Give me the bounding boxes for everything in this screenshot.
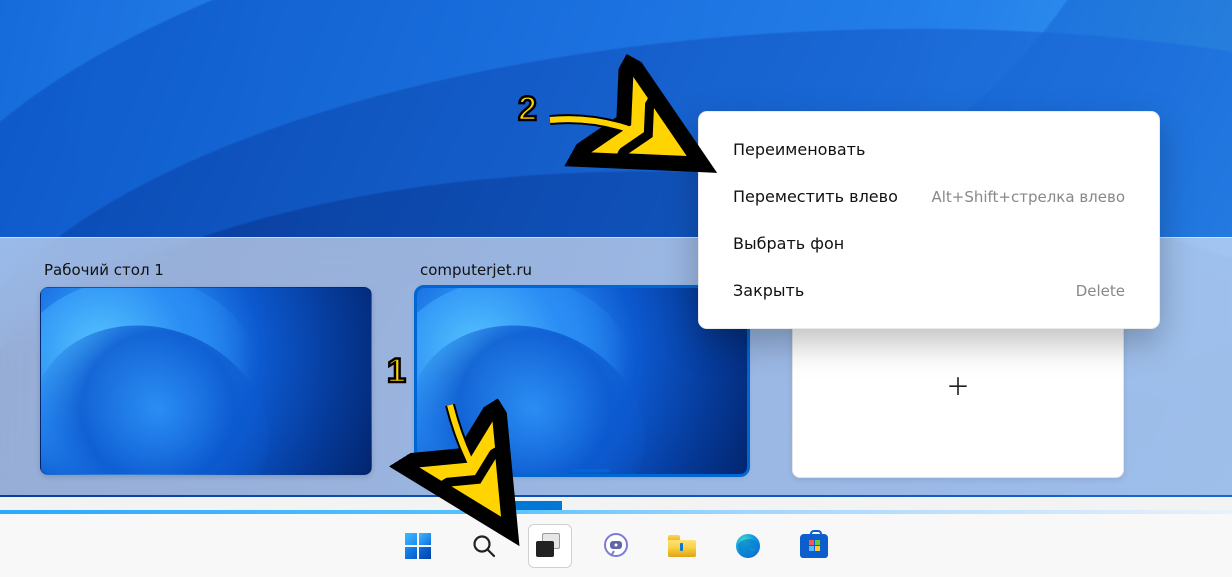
ctx-label: Закрыть bbox=[733, 281, 804, 300]
folder-icon bbox=[668, 535, 696, 557]
plus-icon: ＋ bbox=[946, 367, 970, 402]
edge-button[interactable] bbox=[726, 524, 770, 568]
annotation-number-1: 1 bbox=[387, 352, 406, 391]
ctx-rename[interactable]: Переименовать bbox=[705, 126, 1153, 173]
ctx-label: Выбрать фон bbox=[733, 234, 844, 253]
ctx-choose-background[interactable]: Выбрать фон bbox=[705, 220, 1153, 267]
search-button[interactable] bbox=[462, 524, 506, 568]
virtual-desktop-card[interactable]: Рабочий стол 1 bbox=[40, 258, 388, 478]
annotation-arrow-2 bbox=[540, 110, 700, 180]
search-icon bbox=[471, 533, 497, 559]
annotation-arrow-1 bbox=[440, 400, 520, 530]
virtual-desktop-title: Рабочий стол 1 bbox=[44, 261, 388, 279]
file-explorer-button[interactable] bbox=[660, 524, 704, 568]
selection-indicator bbox=[570, 469, 610, 472]
virtual-desktop-thumbnail[interactable] bbox=[40, 287, 372, 475]
chat-button[interactable] bbox=[594, 524, 638, 568]
chat-icon bbox=[602, 532, 630, 560]
ctx-move-left[interactable]: Переместить влево Alt+Shift+стрелка влев… bbox=[705, 173, 1153, 220]
edge-icon bbox=[734, 532, 762, 560]
annotation-number-2: 2 bbox=[518, 90, 537, 129]
store-icon bbox=[800, 534, 828, 558]
ctx-shortcut: Alt+Shift+стрелка влево bbox=[931, 188, 1125, 206]
task-view-icon bbox=[536, 533, 564, 559]
ctx-shortcut: Delete bbox=[1076, 282, 1125, 300]
windows-logo-icon bbox=[405, 533, 431, 559]
desktop-context-menu: Переименовать Переместить влево Alt+Shif… bbox=[698, 111, 1160, 329]
ctx-label: Переместить влево bbox=[733, 187, 898, 206]
ctx-label: Переименовать bbox=[733, 140, 865, 159]
task-view-button[interactable] bbox=[528, 524, 572, 568]
ctx-close[interactable]: Закрыть Delete bbox=[705, 267, 1153, 314]
start-button[interactable] bbox=[396, 524, 440, 568]
taskbar bbox=[0, 513, 1232, 577]
store-button[interactable] bbox=[792, 524, 836, 568]
